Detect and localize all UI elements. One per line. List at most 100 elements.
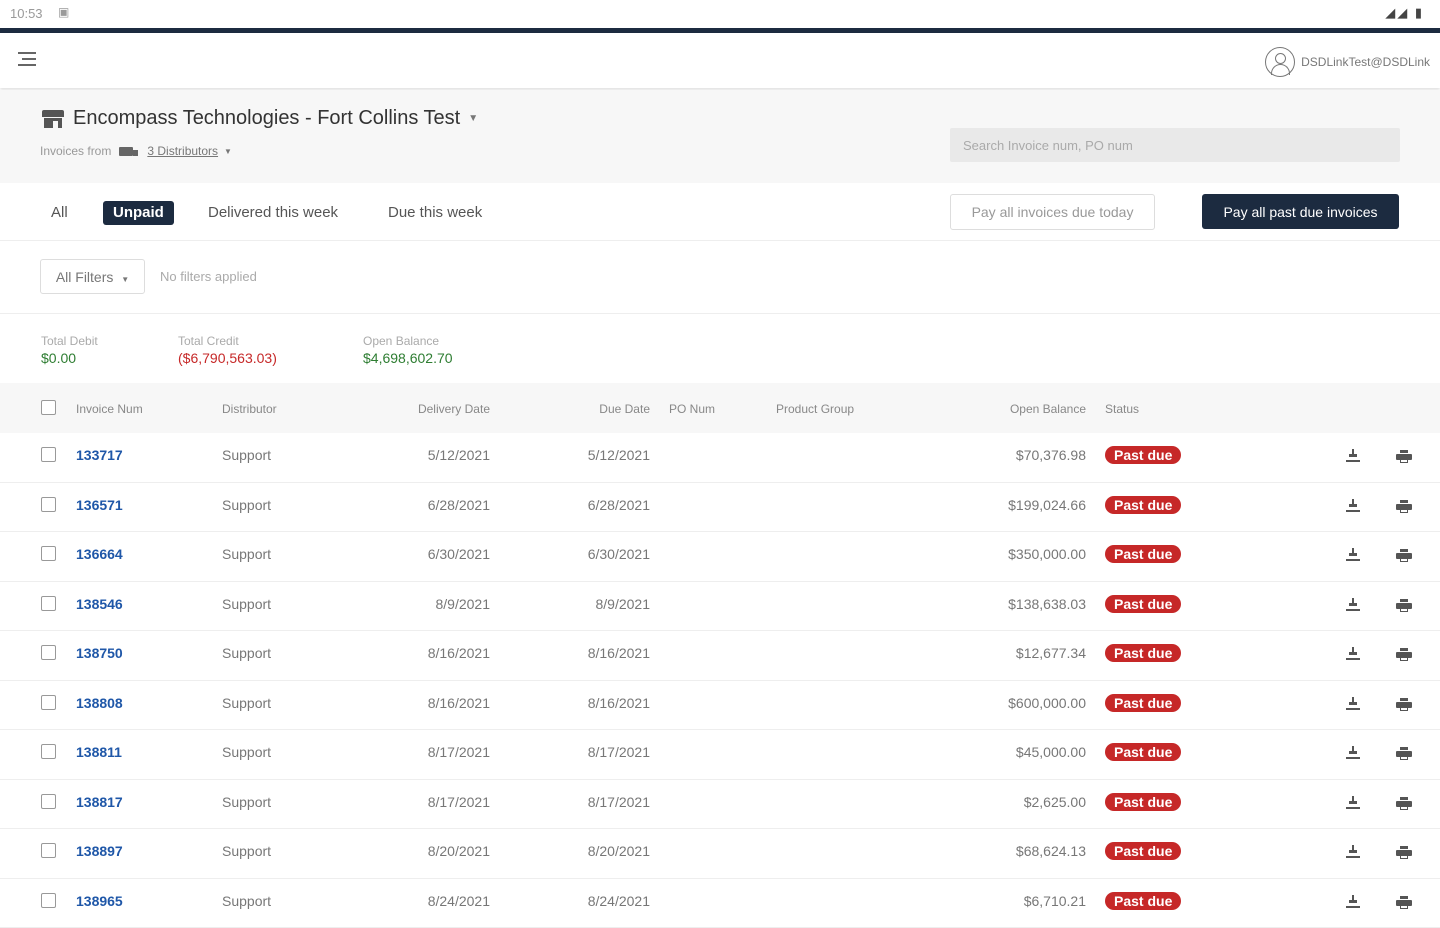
row-checkbox[interactable] bbox=[41, 893, 56, 908]
status-badge: Past due bbox=[1105, 545, 1181, 563]
row-checkbox[interactable] bbox=[41, 843, 56, 858]
download-icon[interactable] bbox=[1346, 746, 1360, 760]
invoice-number-link[interactable]: 138750 bbox=[76, 645, 123, 661]
column-header-po-num[interactable]: PO Num bbox=[669, 402, 715, 416]
all-filters-button[interactable]: All Filters ▼ bbox=[40, 259, 145, 294]
invoice-number-link[interactable]: 138546 bbox=[76, 596, 123, 612]
total-debit-value: $0.00 bbox=[41, 350, 98, 366]
print-icon[interactable] bbox=[1396, 797, 1412, 810]
invoice-number-link[interactable]: 138965 bbox=[76, 893, 123, 909]
invoice-number-link[interactable]: 138811 bbox=[76, 744, 122, 760]
row-checkbox[interactable] bbox=[41, 794, 56, 809]
table-row[interactable]: 138897 Support 8/20/2021 8/20/2021 $68,6… bbox=[0, 829, 1440, 879]
tab-all[interactable]: All bbox=[51, 201, 68, 225]
column-header-status[interactable]: Status bbox=[1105, 402, 1139, 416]
select-all-checkbox[interactable] bbox=[41, 400, 56, 415]
total-debit-label: Total Debit bbox=[41, 334, 98, 348]
row-checkbox[interactable] bbox=[41, 695, 56, 710]
table-row[interactable]: 138817 Support 8/17/2021 8/17/2021 $2,62… bbox=[0, 780, 1440, 830]
open-balance-cell: $2,625.00 bbox=[946, 794, 1086, 810]
due-date-cell: 8/9/2021 bbox=[550, 596, 650, 612]
download-icon[interactable] bbox=[1346, 647, 1360, 661]
download-icon[interactable] bbox=[1346, 598, 1360, 612]
print-icon[interactable] bbox=[1396, 450, 1412, 463]
download-icon[interactable] bbox=[1346, 499, 1360, 513]
table-row[interactable]: 138808 Support 8/16/2021 8/16/2021 $600,… bbox=[0, 681, 1440, 731]
print-icon[interactable] bbox=[1396, 896, 1412, 909]
pay-due-today-button[interactable]: Pay all invoices due today bbox=[950, 194, 1155, 230]
invoice-number-link[interactable]: 133717 bbox=[76, 447, 123, 463]
hamburger-menu-icon[interactable] bbox=[18, 51, 38, 67]
company-selector[interactable]: Encompass Technologies - Fort Collins Te… bbox=[42, 107, 478, 130]
distributor-cell: Support bbox=[222, 744, 271, 760]
download-icon[interactable] bbox=[1346, 697, 1360, 711]
clock: 10:53 bbox=[10, 6, 43, 21]
column-header-product-group[interactable]: Product Group bbox=[776, 402, 854, 416]
row-checkbox[interactable] bbox=[41, 744, 56, 759]
distributors-link[interactable]: 3 Distributors bbox=[147, 144, 218, 158]
print-icon[interactable] bbox=[1396, 599, 1412, 612]
filter-tabs-bar: All Unpaid Delivered this week Due this … bbox=[0, 183, 1440, 241]
row-checkbox[interactable] bbox=[41, 596, 56, 611]
row-checkbox[interactable] bbox=[41, 497, 56, 512]
download-icon[interactable] bbox=[1346, 845, 1360, 859]
column-header-delivery-date[interactable]: Delivery Date bbox=[390, 402, 490, 416]
invoice-number-link[interactable]: 138897 bbox=[76, 843, 123, 859]
due-date-cell: 8/16/2021 bbox=[550, 695, 650, 711]
tab-delivered-this-week[interactable]: Delivered this week bbox=[208, 201, 338, 225]
invoice-number-link[interactable]: 138808 bbox=[76, 695, 123, 711]
status-badge: Past due bbox=[1105, 793, 1181, 811]
distributor-cell: Support bbox=[222, 497, 271, 513]
delivery-date-cell: 8/24/2021 bbox=[390, 893, 490, 909]
delivery-date-cell: 8/9/2021 bbox=[390, 596, 490, 612]
invoice-number-link[interactable]: 136664 bbox=[76, 546, 123, 562]
table-row[interactable]: 138811 Support 8/17/2021 8/17/2021 $45,0… bbox=[0, 730, 1440, 780]
row-checkbox[interactable] bbox=[41, 546, 56, 561]
open-balance-cell: $350,000.00 bbox=[946, 546, 1086, 562]
print-icon[interactable] bbox=[1396, 549, 1412, 562]
pay-past-due-button[interactable]: Pay all past due invoices bbox=[1202, 194, 1399, 229]
caret-down-icon: ▼ bbox=[121, 275, 129, 284]
column-header-distributor[interactable]: Distributor bbox=[222, 402, 277, 416]
print-icon[interactable] bbox=[1396, 747, 1412, 760]
tab-due-this-week[interactable]: Due this week bbox=[388, 201, 482, 225]
system-status-bar: 10:53 ▣ ◢◢ ▮ bbox=[0, 0, 1440, 28]
table-row[interactable]: 136571 Support 6/28/2021 6/28/2021 $199,… bbox=[0, 483, 1440, 533]
distributor-cell: Support bbox=[222, 645, 271, 661]
print-icon[interactable] bbox=[1396, 846, 1412, 859]
search-input[interactable] bbox=[950, 128, 1400, 162]
row-checkbox[interactable] bbox=[41, 645, 56, 660]
distributor-cell: Support bbox=[222, 596, 271, 612]
table-row[interactable]: 138965 Support 8/24/2021 8/24/2021 $6,71… bbox=[0, 879, 1440, 928]
download-icon[interactable] bbox=[1346, 548, 1360, 562]
caret-down-icon: ▼ bbox=[224, 147, 232, 156]
download-icon[interactable] bbox=[1346, 449, 1360, 463]
open-balance-cell: $12,677.34 bbox=[946, 645, 1086, 661]
download-icon[interactable] bbox=[1346, 796, 1360, 810]
user-menu[interactable]: DSDLinkTest@DSDLink bbox=[1265, 47, 1430, 77]
print-icon[interactable] bbox=[1396, 648, 1412, 661]
column-header-due-date[interactable]: Due Date bbox=[550, 402, 650, 416]
table-row[interactable]: 138750 Support 8/16/2021 8/16/2021 $12,6… bbox=[0, 631, 1440, 681]
status-badge: Past due bbox=[1105, 892, 1181, 910]
table-row[interactable]: 138546 Support 8/9/2021 8/9/2021 $138,63… bbox=[0, 582, 1440, 632]
table-row[interactable]: 136664 Support 6/30/2021 6/30/2021 $350,… bbox=[0, 532, 1440, 582]
due-date-cell: 8/16/2021 bbox=[550, 645, 650, 661]
row-checkbox[interactable] bbox=[41, 447, 56, 462]
print-icon[interactable] bbox=[1396, 698, 1412, 711]
table-body: 133717 Support 5/12/2021 5/12/2021 $70,3… bbox=[0, 433, 1440, 928]
invoices-table: Invoice Num Distributor Delivery Date Du… bbox=[0, 383, 1440, 928]
user-avatar-icon bbox=[1265, 47, 1295, 77]
tab-unpaid[interactable]: Unpaid bbox=[103, 201, 174, 225]
print-icon[interactable] bbox=[1396, 500, 1412, 513]
column-header-invoice[interactable]: Invoice Num bbox=[76, 402, 143, 416]
invoice-number-link[interactable]: 136571 bbox=[76, 497, 123, 513]
invoice-number-link[interactable]: 138817 bbox=[76, 794, 123, 810]
download-icon[interactable] bbox=[1346, 895, 1360, 909]
delivery-date-cell: 8/16/2021 bbox=[390, 645, 490, 661]
truck-icon bbox=[119, 147, 133, 156]
distributor-cell: Support bbox=[222, 794, 271, 810]
column-header-open-balance[interactable]: Open Balance bbox=[966, 402, 1086, 416]
table-row[interactable]: 133717 Support 5/12/2021 5/12/2021 $70,3… bbox=[0, 433, 1440, 483]
total-debit: Total Debit $0.00 bbox=[41, 334, 98, 366]
